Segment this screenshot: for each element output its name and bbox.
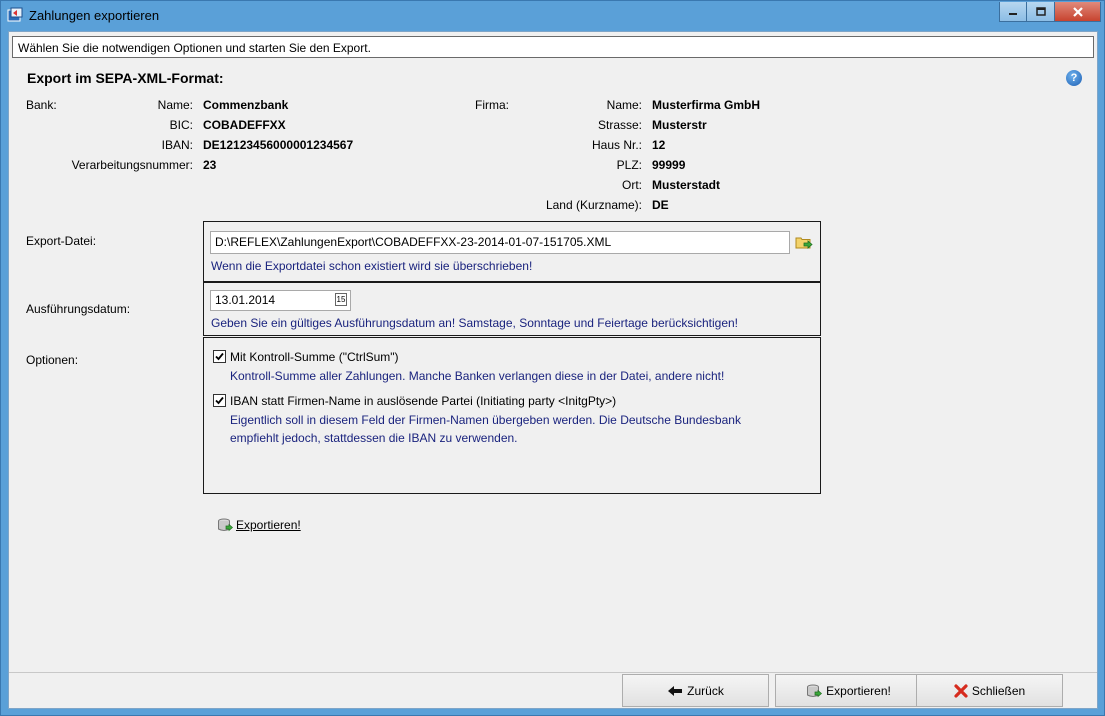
firma-name-label: Name: <box>606 98 642 112</box>
calendar-icon[interactable]: 15 <box>335 293 347 306</box>
execution-date-group: 13.01.2014 15 Geben Sie ein gültiges Aus… <box>203 282 821 336</box>
options-label: Optionen: <box>26 353 79 367</box>
execution-date-input[interactable]: 13.01.2014 <box>210 290 351 311</box>
arrow-left-icon <box>667 685 683 697</box>
close-button[interactable]: Schließen <box>916 674 1063 707</box>
hausnr-label: Haus Nr.: <box>591 138 642 152</box>
window-title: Zahlungen exportieren <box>29 8 160 23</box>
dialog-window: Zahlungen exportieren Wählen Sie die not… <box>0 0 1105 716</box>
close-button-label: Schließen <box>971 683 1026 698</box>
help-icon[interactable]: ? <box>1066 70 1082 86</box>
execution-date-note: Geben Sie ein gültiges Ausführungsdatum … <box>211 316 739 330</box>
folder-browse-icon[interactable] <box>795 234 813 250</box>
strasse-label: Strasse: <box>597 118 642 132</box>
plz-value: 99999 <box>652 158 686 172</box>
checkmark-icon <box>215 396 224 405</box>
ort-value: Musterstadt <box>652 178 721 192</box>
bank-name-label: Name: <box>157 98 193 112</box>
ort-label: Ort: <box>622 178 642 192</box>
export-file-note: Wenn die Exportdatei schon existiert wir… <box>211 259 533 273</box>
iban-value: DE12123456000001234567 <box>203 138 354 152</box>
ctrlsum-checkbox[interactable] <box>213 350 226 363</box>
export-button[interactable]: Exportieren! <box>775 674 922 707</box>
app-icon <box>7 7 23 23</box>
processing-number-label: Verarbeitungsnummer: <box>71 158 193 172</box>
land-label: Land (Kurzname): <box>545 198 642 212</box>
page-title: Export im SEPA-XML-Format: <box>27 70 224 86</box>
land-value: DE <box>652 198 669 212</box>
bic-value: COBADEFFXX <box>203 118 286 132</box>
export-file-input[interactable]: D:\REFLEX\ZahlungenExport\COBADEFFXX-23-… <box>210 231 790 254</box>
checkmark-icon <box>215 352 224 361</box>
maximize-button[interactable] <box>1027 2 1055 22</box>
title-bar[interactable]: Zahlungen exportieren <box>1 1 1104 29</box>
database-export-icon <box>806 683 823 699</box>
export-button-label: Exportieren! <box>826 683 891 698</box>
dialog-content: Wählen Sie die notwendigen Optionen und … <box>8 31 1098 709</box>
iban-instead-checkbox[interactable] <box>213 394 226 407</box>
strasse-value: Musterstr <box>652 118 707 132</box>
close-window-button[interactable] <box>1055 2 1101 22</box>
maximize-icon <box>1035 6 1046 16</box>
back-button-label: Zurück <box>687 683 724 698</box>
processing-number-value: 23 <box>203 158 217 172</box>
firma-section-label: Firma: <box>475 98 509 112</box>
iban-instead-note-line1: Eigentlich soll in diesem Feld der Firme… <box>230 413 741 427</box>
minimize-icon <box>1009 12 1017 15</box>
ctrlsum-label[interactable]: Mit Kontroll-Summe ("CtrlSum") <box>230 350 399 364</box>
iban-label: IBAN: <box>161 138 193 152</box>
firma-name-value: Musterfirma GmbH <box>652 98 761 112</box>
hint-bar: Wählen Sie die notwendigen Optionen und … <box>12 36 1094 58</box>
options-group: Mit Kontroll-Summe ("CtrlSum") Kontroll-… <box>203 337 821 494</box>
export-link[interactable]: Exportieren! <box>236 518 301 532</box>
red-x-icon <box>954 683 968 698</box>
close-icon <box>1072 6 1083 17</box>
bottom-divider <box>9 672 1097 673</box>
database-export-icon <box>217 517 234 533</box>
bic-label: BIC: <box>169 118 193 132</box>
ctrlsum-note: Kontroll-Summe aller Zahlungen. Manche B… <box>230 369 725 383</box>
hausnr-value: 12 <box>652 138 666 152</box>
execution-date-label: Ausführungsdatum: <box>26 302 131 316</box>
plz-label: PLZ: <box>616 158 642 172</box>
minimize-button[interactable] <box>999 2 1027 22</box>
iban-instead-label[interactable]: IBAN statt Firmen-Name in auslösende Par… <box>230 394 616 408</box>
export-file-group: D:\REFLEX\ZahlungenExport\COBADEFFXX-23-… <box>203 221 821 282</box>
bank-name-value: Commenzbank <box>203 98 289 112</box>
export-file-label: Export-Datei: <box>26 234 97 248</box>
iban-instead-note-line2: empfiehlt jedoch, stattdessen die IBAN z… <box>230 431 518 445</box>
back-button[interactable]: Zurück <box>622 674 769 707</box>
